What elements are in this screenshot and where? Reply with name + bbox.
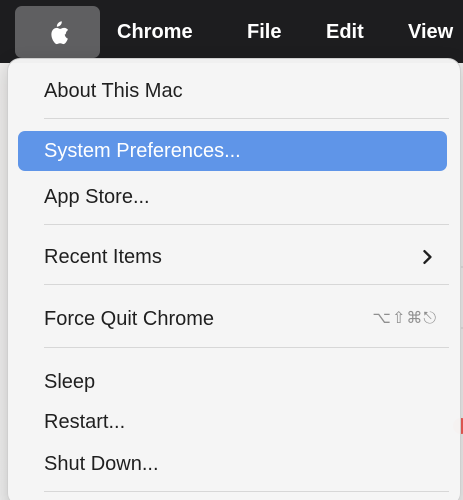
recent-items-label: Recent Items bbox=[44, 246, 162, 268]
menu-separator bbox=[44, 491, 449, 492]
menu-separator bbox=[44, 224, 449, 225]
menu-separator bbox=[44, 118, 449, 119]
menu-item-system-preferences[interactable]: System Preferences... bbox=[18, 131, 447, 171]
menu-item-sleep[interactable]: Sleep bbox=[18, 362, 447, 402]
menu-bar-edit[interactable]: Edit bbox=[326, 17, 364, 47]
menu-bar-file[interactable]: File bbox=[247, 17, 281, 47]
force-quit-shortcut: ⌥⇧⌘⎋ bbox=[372, 310, 437, 327]
menu-item-app-store[interactable]: App Store... bbox=[18, 177, 447, 217]
menu-item-restart[interactable]: Restart... bbox=[18, 402, 447, 442]
menu-item-force-quit-chrome[interactable]: Force Quit Chrome ⌥⇧⌘⎋ bbox=[18, 299, 447, 339]
apple-menu-dropdown: About This Mac System Preferences... App… bbox=[7, 58, 461, 500]
force-quit-label: Force Quit Chrome bbox=[44, 308, 215, 330]
menu-separator bbox=[44, 347, 449, 348]
chevron-right-icon bbox=[423, 250, 432, 264]
menu-separator bbox=[44, 284, 449, 285]
menu-item-recent-items[interactable]: Recent Items bbox=[18, 237, 447, 277]
apple-logo-icon bbox=[51, 21, 69, 45]
menu-bar-chrome[interactable]: Chrome bbox=[117, 17, 193, 47]
menu-item-shut-down[interactable]: Shut Down... bbox=[18, 444, 447, 484]
menu-bar: Chrome File Edit View bbox=[0, 0, 463, 63]
menu-item-about-this-mac[interactable]: About This Mac bbox=[18, 71, 447, 111]
menu-bar-view[interactable]: View bbox=[408, 17, 453, 47]
